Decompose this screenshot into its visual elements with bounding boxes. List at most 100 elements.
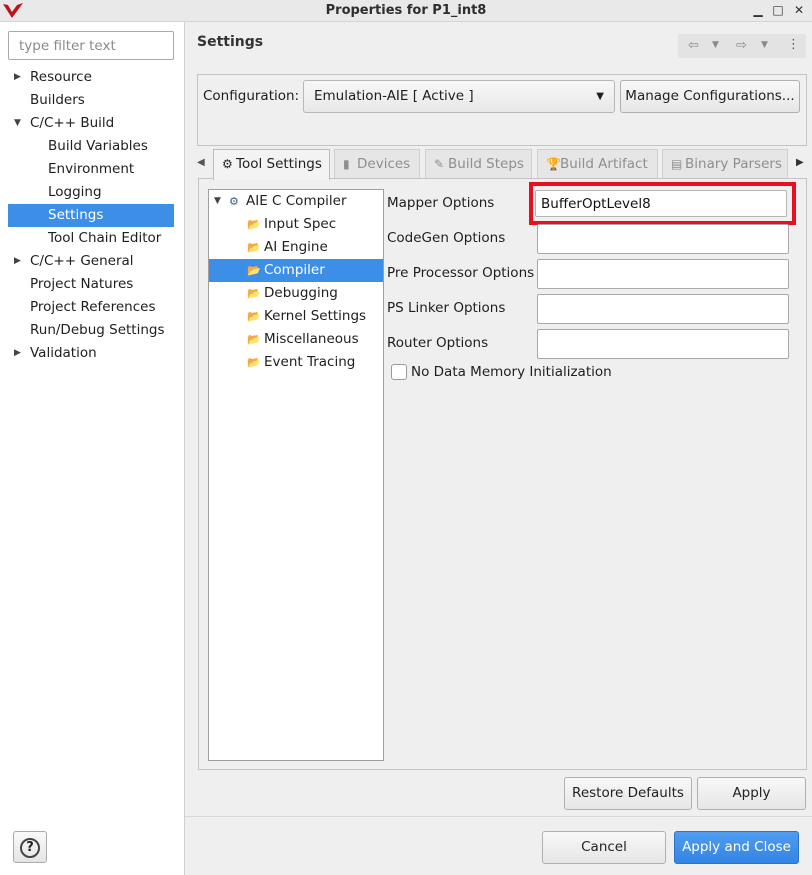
tab-label: Binary Parsers — [685, 156, 782, 172]
option-category-icon: 📂 — [247, 264, 261, 277]
page-title: Settings — [197, 34, 264, 50]
tree-item-input-spec[interactable]: 📂 Input Spec — [209, 213, 383, 236]
nav-item-label: Run/Debug Settings — [30, 322, 165, 338]
chevron-down-icon: ▼ — [596, 91, 604, 102]
configuration-value: Emulation-AIE [ Active ] — [314, 88, 474, 104]
tab-scroll-right-icon[interactable]: ▶ — [796, 157, 804, 168]
configuration-label: Configuration: — [203, 88, 300, 104]
tab-devices[interactable]: ▮ Devices — [334, 149, 420, 178]
tab-label: Tool Settings — [236, 156, 322, 172]
no-data-memory-init-checkbox[interactable] — [391, 364, 407, 380]
tab-binary-parsers[interactable]: ▤ Binary Parsers — [662, 149, 788, 178]
tree-item-compiler[interactable]: 📂 Compiler — [209, 259, 383, 282]
back-dropdown-icon[interactable]: ▼ — [712, 40, 719, 50]
tab-label: Build Steps — [448, 156, 524, 172]
close-button[interactable]: ✕ — [791, 2, 807, 18]
build-artifact-icon: 🏆 — [546, 157, 561, 171]
apply-button[interactable]: Apply — [697, 777, 806, 810]
tab-build-steps[interactable]: ✎ Build Steps — [425, 149, 532, 178]
help-button[interactable]: ? — [13, 831, 47, 863]
option-category-icon: 📂 — [247, 287, 261, 300]
collapse-arrow-icon[interactable]: ▼ — [214, 190, 221, 213]
nav-item-label: Validation — [30, 345, 97, 361]
forward-dropdown-icon[interactable]: ▼ — [761, 40, 768, 50]
tree-item-label: AI Engine — [264, 239, 328, 255]
tree-item-label: Miscellaneous — [264, 331, 359, 347]
option-category-icon: 📂 — [247, 218, 261, 231]
codegen-options-input[interactable] — [537, 224, 789, 254]
router-options-label: Router Options — [387, 335, 489, 351]
preprocessor-options-input[interactable] — [537, 259, 789, 289]
nav-item-label: Logging — [48, 184, 102, 200]
tab-label: Build Artifact — [560, 156, 648, 172]
nav-item-builders[interactable]: Builders — [8, 89, 174, 112]
preprocessor-options-label: Pre Processor Options — [387, 265, 535, 281]
tree-item-label: Compiler — [264, 262, 325, 278]
nav-item-cpp-general[interactable]: ▶ C/C++ General — [8, 250, 174, 273]
mapper-options-input[interactable] — [535, 190, 787, 217]
nav-item-validation[interactable]: ▶ Validation — [8, 342, 174, 365]
apply-and-close-button[interactable]: Apply and Close — [674, 831, 799, 864]
tree-item-kernel-settings[interactable]: 📂 Kernel Settings — [209, 305, 383, 328]
tree-item-label: Input Spec — [264, 216, 337, 232]
forward-arrow-icon[interactable]: ⇨ — [736, 38, 747, 53]
tree-item-debugging[interactable]: 📂 Debugging — [209, 282, 383, 305]
nav-item-project-references[interactable]: Project References — [8, 296, 174, 319]
nav-item-run-debug-settings[interactable]: Run/Debug Settings — [8, 319, 174, 342]
codegen-options-label: CodeGen Options — [387, 230, 506, 246]
nav-item-settings[interactable]: Settings — [8, 204, 174, 227]
filter-input[interactable] — [8, 31, 174, 60]
nav-item-environment[interactable]: Environment — [8, 158, 174, 181]
tab-label: Devices — [357, 156, 411, 172]
tab-scroll-left-icon[interactable]: ◀ — [197, 157, 205, 168]
window-title: Properties for P1_int8 — [325, 3, 487, 18]
minimize-button[interactable]: ▁ — [750, 2, 766, 18]
nav-item-cpp-build[interactable]: ▼ C/C++ Build — [8, 112, 174, 135]
expand-arrow-icon[interactable]: ▶ — [14, 66, 24, 89]
tree-item-miscellaneous[interactable]: 📂 Miscellaneous — [209, 328, 383, 351]
help-icon: ? — [20, 838, 40, 858]
option-category-icon: 📂 — [247, 356, 261, 369]
nav-item-tool-chain-editor[interactable]: Tool Chain Editor — [8, 227, 174, 250]
expand-arrow-icon[interactable]: ▶ — [14, 250, 24, 273]
nav-item-label: Settings — [48, 207, 104, 223]
nav-item-label: Tool Chain Editor — [48, 230, 162, 246]
nav-item-label: C/C++ Build — [30, 115, 115, 131]
compiler-tool-icon: ⚙ — [229, 195, 239, 208]
tree-item-aie-c-compiler[interactable]: ▼ ⚙ AIE C Compiler — [209, 190, 383, 213]
tree-item-label: Event Tracing — [264, 354, 356, 370]
expand-arrow-icon[interactable]: ▶ — [14, 342, 24, 365]
cancel-button[interactable]: Cancel — [542, 831, 666, 864]
tab-tool-settings[interactable]: ⚙ Tool Settings — [213, 149, 330, 180]
tab-build-artifact[interactable]: 🏆Build Artifact — [537, 149, 658, 178]
view-menu-icon[interactable]: ⋮ — [787, 37, 800, 52]
configuration-select[interactable]: Emulation-AIE [ Active ] ▼ — [303, 80, 615, 113]
nav-item-label: Resource — [30, 69, 92, 85]
build-steps-icon: ✎ — [434, 157, 445, 171]
tree-item-label: Kernel Settings — [264, 308, 367, 324]
ps-linker-options-input[interactable] — [537, 294, 789, 324]
no-data-memory-init-label[interactable]: No Data Memory Initialization — [411, 364, 612, 380]
nav-item-label: Project References — [30, 299, 156, 315]
back-arrow-icon[interactable]: ⇦ — [688, 38, 699, 53]
ps-linker-options-label: PS Linker Options — [387, 300, 506, 316]
nav-item-resource[interactable]: ▶ Resource — [8, 66, 174, 89]
option-category-icon: 📂 — [247, 310, 261, 323]
tree-item-event-tracing[interactable]: 📂 Event Tracing — [209, 351, 383, 374]
nav-item-label: Project Natures — [30, 276, 134, 292]
maximize-button[interactable]: □ — [770, 2, 786, 18]
router-options-input[interactable] — [537, 329, 789, 359]
footer-divider — [185, 816, 812, 817]
collapse-arrow-icon[interactable]: ▼ — [14, 112, 24, 135]
nav-item-label: C/C++ General — [30, 253, 134, 269]
tree-item-ai-engine[interactable]: 📂 AI Engine — [209, 236, 383, 259]
manage-configurations-button[interactable]: Manage Configurations... — [620, 80, 800, 113]
restore-defaults-button[interactable]: Restore Defaults — [564, 777, 692, 810]
binary-parsers-icon: ▤ — [671, 157, 683, 171]
nav-item-project-natures[interactable]: Project Natures — [8, 273, 174, 296]
option-category-icon: 📂 — [247, 333, 261, 346]
nav-item-label: Environment — [48, 161, 135, 177]
nav-item-build-variables[interactable]: Build Variables — [8, 135, 174, 158]
nav-item-logging[interactable]: Logging — [8, 181, 174, 204]
tool-settings-icon: ⚙ — [222, 157, 233, 171]
